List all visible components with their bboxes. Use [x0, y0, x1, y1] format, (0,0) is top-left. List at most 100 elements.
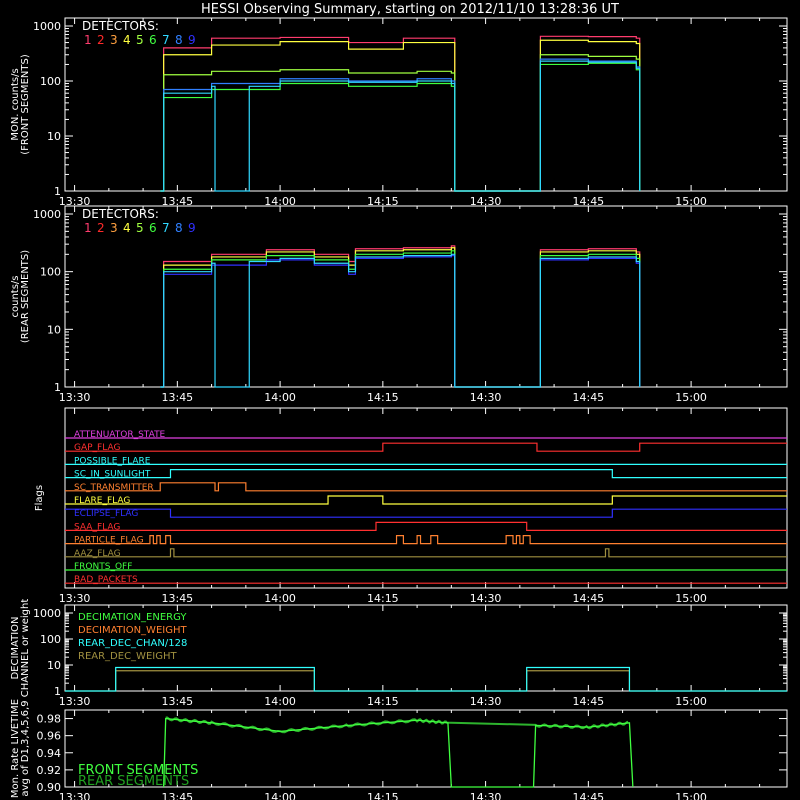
front-legend-detector: 7: [162, 33, 170, 47]
livetime-legend-entry: REAR SEGMENTS: [78, 774, 189, 789]
front-legend-detector: 1: [84, 33, 92, 47]
rear-xtick-label: 14:45: [572, 391, 604, 404]
panel-flags: 13:30 13:45 14:00 14:15 14:30 14:45 15:00 Flags…: [34, 407, 788, 605]
decimation-ytick-label: 1: [54, 685, 61, 698]
rear-ylabel: (REAR SEGMENTS): [20, 250, 31, 343]
livetime-ytick-label: 0.90: [37, 781, 62, 794]
rear-series-2: [160, 250, 641, 388]
rear-ytick-label: 10: [47, 323, 61, 336]
decimation-ytick-label: 10: [47, 659, 61, 672]
rear-xtick-label: 13:45: [161, 391, 193, 404]
rear-xtick-label: 14:15: [367, 391, 399, 404]
rear-xtick-label: 14:30: [470, 391, 502, 404]
rear-legend-detector: 7: [162, 221, 170, 235]
livetime-xtick-label: 14:30: [470, 791, 502, 800]
front-legend-detector: 6: [149, 33, 157, 47]
front-legend-detector: 4: [123, 33, 131, 47]
panel-rear: 13:30 13:45 14:00 14:15 14:30 14:45 15:00 1 10 10…: [10, 205, 788, 404]
livetime-xtick-label: 14:00: [264, 791, 296, 800]
decimation-series-0: [65, 670, 787, 692]
livetime-xtick-label: 14:15: [367, 791, 399, 800]
decimation-xtick-label: 14:30: [470, 695, 502, 708]
flag-label: BAD_PACKETS: [74, 575, 138, 585]
livetime-xtick-label: 13:45: [161, 791, 193, 800]
decimation-legend-entry: DECIMATION_WEIGHT: [78, 625, 187, 636]
front-frame: [64, 17, 788, 192]
livetime-ytick-label: 0.98: [37, 713, 62, 726]
decimation-ytick-label: 1000: [33, 607, 61, 620]
rear-legend-title: DETECTORS:: [82, 207, 159, 221]
front-legend-detector: 3: [110, 33, 118, 47]
flags-xtick-label: 13:45: [161, 592, 193, 605]
front-legend-detector: 9: [188, 33, 196, 47]
front-series-2: [160, 54, 641, 192]
livetime-ylabel: avg of D1,3,4,5,6,9: [20, 700, 31, 796]
rear-ytick-label: 100: [40, 266, 61, 279]
livetime-ytick-label: 0.94: [37, 747, 62, 760]
flag-trace: [65, 535, 787, 545]
flag-label: POSSIBLE_FLARE: [74, 456, 151, 466]
flag-label: ATTENUATOR_STATE: [74, 430, 166, 440]
front-series-1: [160, 39, 641, 192]
flag-label: SC_TRANSMITTER: [74, 483, 154, 493]
livetime-ytick-label: 0.92: [37, 764, 62, 777]
rear-legend-detector: 4: [123, 221, 131, 235]
rear-legend-detector: 6: [149, 221, 157, 235]
figure-canvas: HESSI Observing Summary, starting on 201…: [10, 2, 788, 800]
rear-xtick-label: 13:30: [59, 391, 91, 404]
flags-xtick-label: 14:00: [264, 592, 296, 605]
flag-label: AAZ_FLAG: [74, 549, 121, 559]
front-series-3: [160, 58, 641, 192]
flag-label: FRONTS_OFF: [74, 562, 132, 572]
decimation-legend-entry: REAR_DEC_CHAN/128: [78, 638, 187, 649]
flags-frame: [64, 407, 788, 589]
flags-xtick-label: 14:45: [572, 592, 604, 605]
flag-trace: [65, 442, 787, 452]
decimation-ytick-label: 100: [40, 633, 61, 646]
front-legend-detector: 5: [136, 33, 144, 47]
decimation-xtick-label: 15:00: [675, 695, 707, 708]
flags-xtick-label: 15:00: [675, 592, 707, 605]
rear-legend-detector: 1: [84, 221, 92, 235]
flag-label: PARTICLE_FLAG: [74, 536, 144, 546]
rear-legend-detector: 5: [136, 221, 144, 235]
flag-trace: [65, 548, 787, 558]
rear-series-3: [160, 254, 641, 388]
rear-legend-detector: 9: [188, 221, 196, 235]
front-ytick-label: 100: [40, 75, 61, 88]
flags-xtick-label: 14:30: [470, 592, 502, 605]
livetime-xtick-label: 15:00: [675, 791, 707, 800]
flag-label: SAA_FLAG: [74, 522, 120, 532]
rear-series-4: [160, 253, 641, 388]
flag-trace: [65, 521, 787, 531]
front-ytick-label: 1000: [33, 20, 61, 33]
observing-summary-figure: HESSI Observing Summary, starting on 201…: [0, 0, 800, 800]
flag-trace: [65, 482, 787, 492]
rear-series-1: [160, 247, 641, 388]
decimation-xtick-label: 14:45: [572, 695, 604, 708]
rear-legend-detector: 2: [97, 221, 105, 235]
livetime-xtick-label: 13:30: [59, 791, 91, 800]
panel-livetime: 13:30 13:45 14:00 14:15 14:30 14:45 15:00 0.90 0…: [10, 699, 788, 800]
rear-ytick-label: 1000: [33, 208, 61, 221]
front-ytick-label: 1: [54, 185, 61, 198]
rear-frame: [64, 205, 788, 388]
figure-title: HESSI Observing Summary, starting on 201…: [201, 2, 619, 17]
panel-front: 13:30 13:45 14:00 14:15 14:30 14:45 15:0011010…: [10, 17, 788, 208]
front-legend-detector: 2: [97, 33, 105, 47]
front-ytick-label: 10: [47, 130, 61, 143]
rear-legend-detector: 3: [110, 221, 118, 235]
front-ylabel: (FRONT SEGMENTS): [20, 54, 31, 155]
rear-xtick-label: 14:00: [264, 391, 296, 404]
decimation-ylabel: CHANNEL or weight: [20, 599, 31, 698]
flag-label: GAP_FLAG: [74, 443, 120, 453]
decimation-xtick-label: 14:15: [367, 695, 399, 708]
flag-trace: [65, 495, 787, 505]
rear-ytick-label: 1: [54, 381, 61, 394]
rear-legend-detector: 8: [175, 221, 183, 235]
flag-trace: [65, 508, 787, 518]
flag-label: SC_IN_SUNLIGHT: [74, 470, 151, 480]
rear-xtick-label: 15:00: [675, 391, 707, 404]
flags-ylabel: Flags: [34, 485, 45, 511]
panel-decimation: 13:30 13:45 14:00 14:15 14:30 14:45 15:00 1 10 10…: [10, 599, 788, 708]
